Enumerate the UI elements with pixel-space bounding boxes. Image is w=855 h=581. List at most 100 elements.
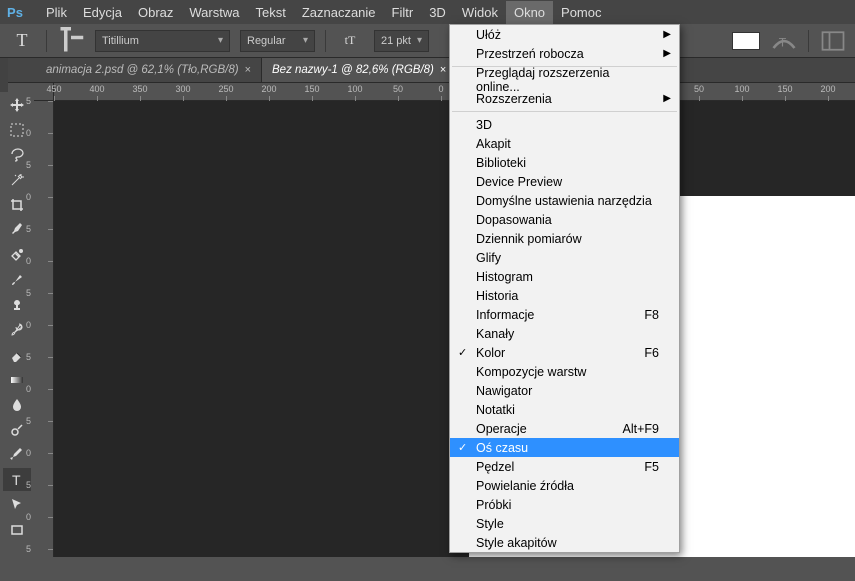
menu-shortcut: F6 [644,346,659,360]
blur-tool[interactable] [3,393,31,416]
menu-shortcut: Alt+F9 [623,422,659,436]
window-menu-dropdown: Ułóż▶Przestrzeń robocza▶Przeglądaj rozsz… [449,24,680,553]
menu-item-label: Kolor [476,346,505,360]
menu-item-style-akapit-w[interactable]: Style akapitów [450,533,679,552]
menu-filtr[interactable]: Filtr [384,1,422,24]
menu-item-glify[interactable]: Glify [450,248,679,267]
workspace: 4504003503002502001501005005010015020025… [34,83,855,557]
menu-item-nawigator[interactable]: Nawigator [450,381,679,400]
menu-item-label: Rozszerzenia [476,92,552,106]
menu-item-domy-lne-ustawienia-narz-dzia[interactable]: Domyślne ustawienia narzędzia [450,191,679,210]
menu-item-label: Kompozycje warstw [476,365,586,379]
menu-widok[interactable]: Widok [454,1,506,24]
menu-item-kolor[interactable]: ✓ Kolor F6 [450,343,679,362]
check-icon: ✓ [458,346,467,359]
menu-item-o-czasu[interactable]: ✓Oś czasu [450,438,679,457]
svg-text:T: T [779,35,787,49]
font-size-select[interactable]: 21 pkt ▾ [374,30,429,52]
menu-item-label: Histogram [476,270,533,284]
separator [325,30,326,52]
menu-obraz[interactable]: Obraz [130,1,181,24]
ruler-mark: 200 [828,83,855,101]
document-tab[interactable]: animacja 2.psd @ 62,1% (Tło,RGB/8) × [36,58,262,82]
menu-okno[interactable]: Okno [506,1,553,24]
font-family-select[interactable]: Titillium ▾ [95,30,230,52]
menu-item-kompozycje-warstw[interactable]: Kompozycje warstw [450,362,679,381]
app-logo: Ps [4,1,26,23]
menu-tekst[interactable]: Tekst [247,1,293,24]
separator [46,30,47,52]
close-icon[interactable]: × [245,64,251,76]
menu-item-label: 3D [476,118,492,132]
submenu-arrow-icon: ▶ [663,93,671,104]
font-style-value: Regular [247,35,286,47]
menu-item-akapit[interactable]: Akapit [450,134,679,153]
text-color-swatch[interactable] [732,32,760,50]
orientation-toggle[interactable] [57,27,85,55]
menu-item-kana-y[interactable]: Kanały [450,324,679,343]
tab-title: animacja 2.psd @ 62,1% (Tło,RGB/8) [46,64,239,76]
panels-button[interactable] [819,29,847,53]
menu-item-dopasowania[interactable]: Dopasowania [450,210,679,229]
menu-item-biblioteki[interactable]: Biblioteki [450,153,679,172]
warp-text-button[interactable]: T [770,29,798,53]
active-tool-icon[interactable]: T [8,27,36,55]
menu-item-p-dzel[interactable]: Pędzel F5 [450,457,679,476]
font-size-value: 21 pkt [381,35,411,47]
menu-item-label: Operacje [476,422,527,436]
ruler-vertical[interactable]: 505050505050505 [34,101,54,557]
menu-edycja[interactable]: Edycja [75,1,130,24]
menu-3d[interactable]: 3D [421,1,454,24]
menu-item-label: Glify [476,251,501,265]
menu-warstwa[interactable]: Warstwa [181,1,247,24]
menu-item-dziennik-pomiar-w[interactable]: Dziennik pomiarów [450,229,679,248]
menu-item-przestrze-robocza[interactable]: Przestrzeń robocza▶ [450,44,679,63]
menu-item-informacje[interactable]: InformacjeF8 [450,305,679,324]
menu-pomoc[interactable]: Pomoc [553,1,609,24]
menu-item-label: Biblioteki [476,156,526,170]
ruler-mark: 50 [398,83,441,101]
menu-item-label: Przestrzeń robocza [476,47,584,61]
menu-item-u-[interactable]: Ułóż▶ [450,25,679,44]
menu-item-device-preview[interactable]: Device Preview [450,172,679,191]
menu-item-label: Nawigator [476,384,532,398]
menu-item-label: Akapit [476,137,511,151]
menu-item-label: Powielanie źródła [476,479,574,493]
menu-item-label: Notatki [476,403,515,417]
menu-plik[interactable]: Plik [38,1,75,24]
menu-item-rozszerzenia[interactable]: Rozszerzenia ▶ [450,89,679,108]
options-bar: T Titillium ▾ Regular ▾ tT 21 pkt ▾ T [0,24,855,58]
separator [808,30,809,52]
check-icon: ✓ [458,441,467,454]
menu-zaznaczanie[interactable]: Zaznaczanie [294,1,384,24]
menu-item-operacje[interactable]: Operacje Alt+F9 [450,419,679,438]
menu-item-pr-bki[interactable]: Próbki [450,495,679,514]
menu-item-label: Style [476,517,504,531]
menu-item-histogram[interactable]: Histogram [450,267,679,286]
tab-title: Bez nazwy-1 @ 82,6% (RGB/8) [272,64,434,76]
close-icon[interactable]: × [440,64,446,76]
menu-item-style[interactable]: Style [450,514,679,533]
menu-item-powielanie-r-d-a[interactable]: Powielanie źródła [450,476,679,495]
menu-item-label: Domyślne ustawienia narzędzia [476,194,652,208]
menubar: Ps PlikEdycjaObrazWarstwaTekstZaznaczani… [0,0,855,24]
submenu-arrow-icon: ▶ [663,29,671,40]
menu-item-label: Historia [476,289,518,303]
menu-shortcut: F5 [644,460,659,474]
document-tabs: animacja 2.psd @ 62,1% (Tło,RGB/8)×Bez n… [0,58,855,83]
wand-tool[interactable] [3,168,31,191]
menu-item-label: Pędzel [476,460,514,474]
menu-item-label: Kanały [476,327,514,341]
menu-item-label: Próbki [476,498,511,512]
font-style-select[interactable]: Regular ▾ [240,30,315,52]
ruler-mark: 100 [355,83,398,101]
menu-item-przegl-daj-rozszerzenia-online-[interactable]: Przeglądaj rozszerzenia online... [450,70,679,89]
menu-item-label: Device Preview [476,175,562,189]
menu-separator [452,111,677,112]
menu-item-label: Style akapitów [476,536,557,550]
document-tab[interactable]: Bez nazwy-1 @ 82,6% (RGB/8) × [262,58,457,82]
menu-item-historia[interactable]: Historia [450,286,679,305]
menu-item-3d[interactable]: 3D [450,115,679,134]
chevron-down-icon: ▾ [411,35,422,46]
menu-item-notatki[interactable]: Notatki [450,400,679,419]
